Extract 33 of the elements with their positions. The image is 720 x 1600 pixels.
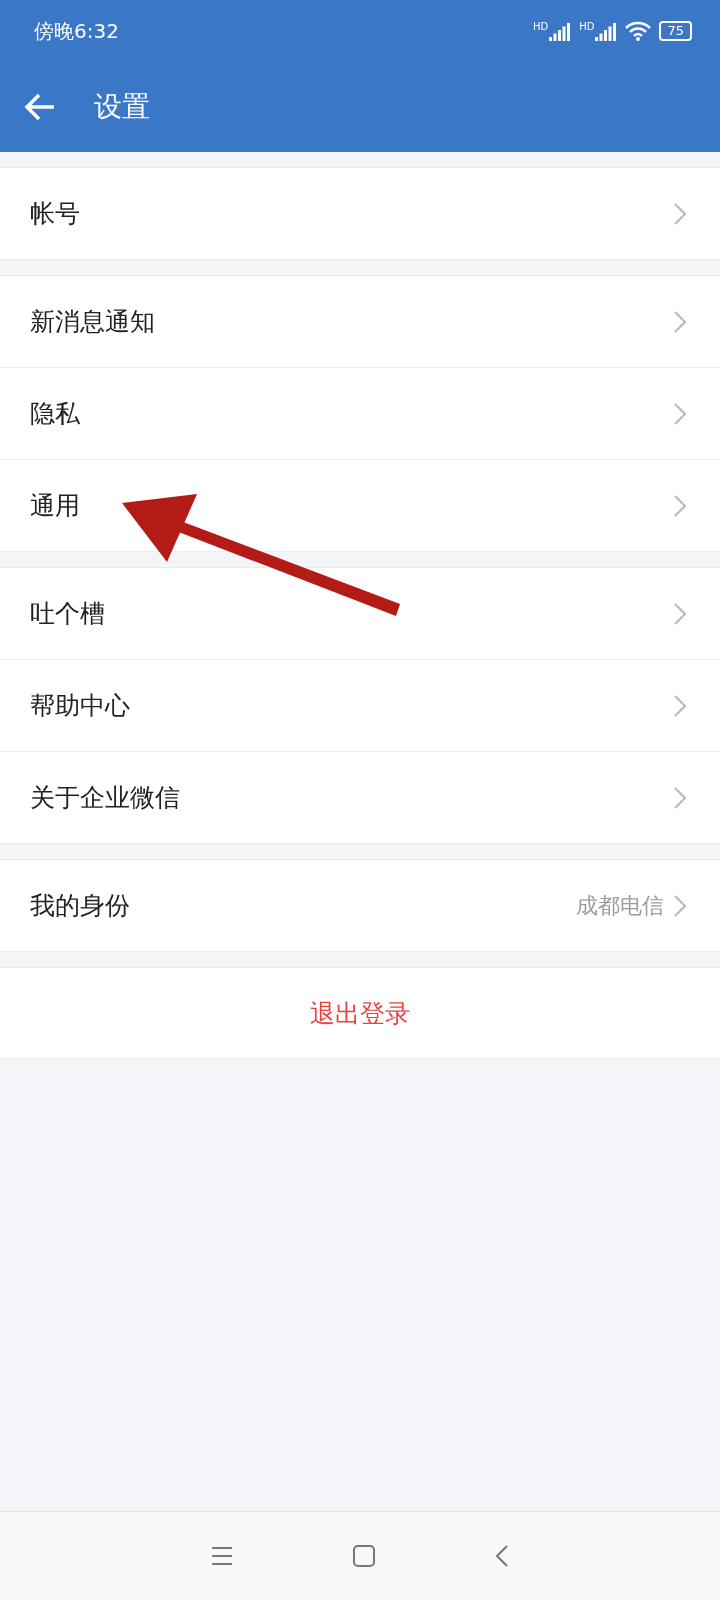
- menu-button[interactable]: [211, 1546, 233, 1566]
- row-label: 我的身份: [30, 890, 131, 922]
- wifi-icon: [625, 21, 652, 41]
- row-label: 新消息通知: [30, 306, 156, 338]
- chevron-icon: [674, 894, 686, 917]
- chevron-icon: [674, 694, 686, 717]
- settings-row[interactable]: 我的身份 成都电信: [0, 860, 720, 951]
- settings-row[interactable]: 新消息通知: [0, 276, 720, 367]
- logout-button[interactable]: 退出登录: [0, 967, 720, 1059]
- chevron-icon: [674, 202, 686, 225]
- chevron-icon: [674, 602, 686, 625]
- chevron-icon: [674, 402, 686, 425]
- row-value: 成都电信: [576, 891, 664, 920]
- back-button[interactable]: [24, 93, 56, 121]
- settings-row[interactable]: 吐个槽: [0, 568, 720, 659]
- home-button[interactable]: [353, 1545, 375, 1567]
- row-label: 帮助中心: [30, 690, 131, 722]
- row-label: 关于企业微信: [30, 782, 181, 814]
- settings-row[interactable]: 帮助中心: [0, 659, 720, 751]
- page-title: 设置: [94, 89, 150, 125]
- settings-row[interactable]: 关于企业微信: [0, 751, 720, 843]
- status-time: 傍晚6:32: [34, 17, 120, 45]
- battery-icon: 75: [659, 21, 692, 41]
- row-label: 帐号: [30, 198, 81, 230]
- row-label: 吐个槽: [30, 598, 106, 630]
- row-label: 隐私: [30, 398, 81, 430]
- chevron-icon: [674, 310, 686, 333]
- settings-row[interactable]: 隐私: [0, 367, 720, 459]
- chevron-icon: [674, 494, 686, 517]
- row-label: 通用: [30, 490, 81, 522]
- chevron-icon: [674, 786, 686, 809]
- back-nav-button[interactable]: [495, 1544, 509, 1568]
- settings-row[interactable]: 帐号: [0, 168, 720, 259]
